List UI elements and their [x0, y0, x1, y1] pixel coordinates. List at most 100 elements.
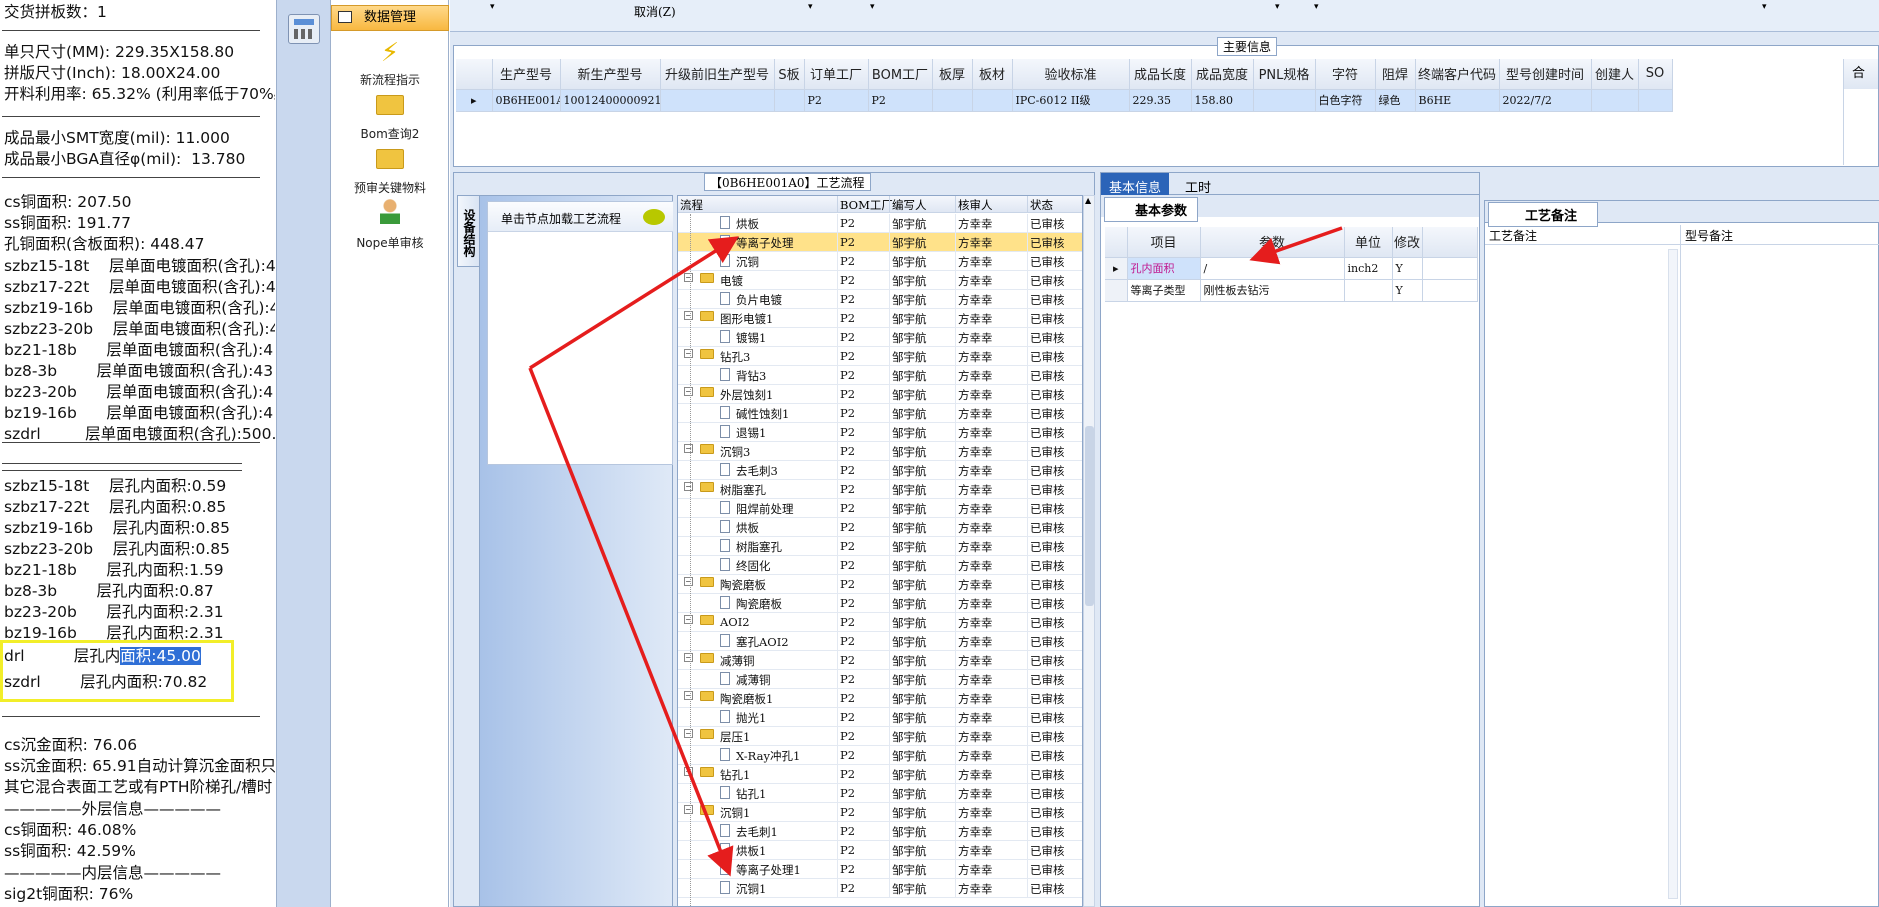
tree-row[interactable]: 烘板 P2 邹宇航 方幸幸 已审核: [678, 214, 1082, 233]
tree-row[interactable]: 等离子处理1 P2 邹宇航 方幸幸 已审核: [678, 860, 1082, 879]
column-header[interactable]: PNL规格: [1253, 59, 1316, 90]
table-cell[interactable]: P2: [804, 89, 869, 112]
column-header[interactable]: 创建人: [1591, 59, 1639, 90]
collapse-icon[interactable]: −: [684, 387, 693, 396]
collapse-icon[interactable]: −: [684, 729, 693, 738]
column-header[interactable]: 订单工厂: [804, 59, 869, 90]
tree-row[interactable]: − AOI2 P2 邹宇航 方幸幸 已审核: [678, 613, 1082, 632]
tree-row[interactable]: 退锡1 P2 邹宇航 方幸幸 已审核: [678, 423, 1082, 442]
table-cell[interactable]: 10012400000921: [560, 89, 661, 112]
column-header[interactable]: 参数: [1200, 227, 1345, 258]
column-header[interactable]: SO: [1638, 59, 1673, 90]
collapse-icon[interactable]: −: [684, 691, 693, 700]
param-cell[interactable]: 刚性板去钻污: [1200, 279, 1345, 302]
table-cell[interactable]: 绿色: [1375, 89, 1416, 112]
table-cell[interactable]: [774, 89, 805, 112]
tree-row[interactable]: 阻焊前处理 P2 邹宇航 方幸幸 已审核: [678, 499, 1082, 518]
collapse-icon[interactable]: −: [684, 767, 693, 776]
calculator-icon[interactable]: [288, 14, 320, 44]
nav-item-nope-review[interactable]: Nope单审核: [331, 198, 449, 251]
tree-row[interactable]: 负片电镀 P2 邹宇航 方幸幸 已审核: [678, 290, 1082, 309]
collapse-icon[interactable]: −: [684, 653, 693, 662]
cancel-button[interactable]: 取消(Z): [634, 3, 676, 20]
column-header[interactable]: 成品宽度: [1191, 59, 1254, 90]
column-header[interactable]: 状态: [1030, 197, 1053, 213]
column-header[interactable]: 单位: [1344, 227, 1393, 258]
column-header[interactable]: 终端客户代码: [1415, 59, 1500, 90]
collapse-icon[interactable]: −: [684, 349, 693, 358]
table-row[interactable]: ▸ 孔内面积 / inch2 Y: [1105, 257, 1478, 280]
tree-row[interactable]: 去毛刺1 P2 邹宇航 方幸幸 已审核: [678, 822, 1082, 841]
dropdown-arrow-icon[interactable]: ▾: [1314, 2, 1319, 12]
collapse-icon[interactable]: −: [684, 615, 693, 624]
column-header[interactable]: BOM工厂: [868, 59, 933, 90]
column-header[interactable]: 修改: [1392, 227, 1423, 258]
tree-row[interactable]: − 陶瓷磨板1 P2 邹宇航 方幸幸 已审核: [678, 689, 1082, 708]
tree-scrollbar[interactable]: ▲: [1083, 195, 1095, 907]
dropdown-arrow-icon[interactable]: ▾: [1275, 2, 1280, 12]
tree-row[interactable]: − 陶瓷磨板 P2 邹宇航 方幸幸 已审核: [678, 575, 1082, 594]
modify-cell[interactable]: Y: [1392, 257, 1423, 280]
tree-row[interactable]: 烘板1 P2 邹宇航 方幸幸 已审核: [678, 841, 1082, 860]
collapse-icon[interactable]: −: [684, 482, 693, 491]
tree-row[interactable]: − 沉铜1 P2 邹宇航 方幸幸 已审核: [678, 803, 1082, 822]
nav-item-prereview-materials[interactable]: 预审关键物料: [331, 146, 449, 196]
column-header[interactable]: 核审人: [958, 197, 993, 213]
tree-row[interactable]: − 钻孔1 P2 邹宇航 方幸幸 已审核: [678, 765, 1082, 784]
param-cell[interactable]: /: [1200, 257, 1345, 280]
table-cell[interactable]: IPC-6012 II级: [1012, 89, 1130, 112]
table-cell[interactable]: [1638, 89, 1673, 112]
collapse-icon[interactable]: −: [684, 444, 693, 453]
tree-row[interactable]: 塞孔AOI2 P2 邹宇航 方幸幸 已审核: [678, 632, 1082, 651]
modify-cell[interactable]: Y: [1392, 279, 1423, 302]
item-cell[interactable]: 孔内面积: [1127, 257, 1201, 280]
table-cell[interactable]: 229.35: [1129, 89, 1192, 112]
item-cell[interactable]: 等离子类型: [1127, 279, 1201, 302]
tree-row[interactable]: − 层压1 P2 邹宇航 方幸幸 已审核: [678, 727, 1082, 746]
table-row[interactable]: 等离子类型 刚性板去钻污 Y: [1105, 279, 1478, 302]
tree-row[interactable]: − 钻孔3 P2 邹宇航 方幸幸 已审核: [678, 347, 1082, 366]
tree-row[interactable]: 钻孔1 P2 邹宇航 方幸幸 已审核: [678, 784, 1082, 803]
data-management-button[interactable]: 数据管理: [331, 5, 449, 31]
tree-row[interactable]: 碱性蚀刻1 P2 邹宇航 方幸幸 已审核: [678, 404, 1082, 423]
table-cell[interactable]: 2022/7/2: [1499, 89, 1592, 112]
tab-basic-params[interactable]: 基本参数: [1104, 197, 1199, 222]
collapse-icon[interactable]: −: [684, 311, 693, 320]
process-tree[interactable]: 流程 BOM工厂 编写人 核审人 状态 烘板 P2 邹宇航 方幸幸 已审核 等离子处理 P2 邹宇航方…: [677, 195, 1083, 907]
column-header[interactable]: 型号创建时间: [1499, 59, 1592, 90]
table-cell[interactable]: [660, 89, 775, 112]
column-header[interactable]: 编写人: [892, 197, 927, 213]
tree-row[interactable]: 烘板 P2 邹宇航 方幸幸 已审核: [678, 518, 1082, 537]
remarks-scrollbar[interactable]: [1668, 249, 1678, 899]
column-header[interactable]: 项目: [1127, 227, 1201, 258]
column-header[interactable]: 流程: [680, 197, 703, 213]
tree-row[interactable]: − 树脂塞孔 P2 邹宇航 方幸幸 已审核: [678, 480, 1082, 499]
column-header[interactable]: 新生产型号: [560, 59, 661, 90]
table-cell[interactable]: P2: [868, 89, 933, 112]
column-header[interactable]: S板: [774, 59, 805, 90]
column-header[interactable]: 成品长度: [1129, 59, 1192, 90]
device-tree[interactable]: 单击节点加载工艺流程: [487, 201, 673, 465]
tree-row[interactable]: 沉铜 P2 邹宇航 方幸幸 已审核: [678, 252, 1082, 271]
tree-row[interactable]: − 沉铜3 P2 邹宇航 方幸幸 已审核: [678, 442, 1082, 461]
scrollbar-thumb[interactable]: [1085, 426, 1094, 606]
dropdown-arrow-icon[interactable]: ▾: [1762, 2, 1767, 12]
scroll-up-icon[interactable]: ▲: [1085, 196, 1091, 205]
column-header[interactable]: 字符: [1315, 59, 1376, 90]
tree-row[interactable]: 沉铜1 P2 邹宇航 方幸幸 已审核: [678, 879, 1082, 898]
collapse-icon[interactable]: −: [684, 577, 693, 586]
table-cell[interactable]: 158.80: [1191, 89, 1254, 112]
collapse-icon[interactable]: −: [684, 805, 693, 814]
collapse-icon[interactable]: −: [684, 273, 693, 282]
tree-row[interactable]: 陶瓷磨板 P2 邹宇航 方幸幸 已审核: [678, 594, 1082, 613]
table-cell[interactable]: 白色字符: [1315, 89, 1376, 112]
table-cell[interactable]: [1591, 89, 1639, 112]
tree-row[interactable]: 等离子处理 P2 邹宇航 方幸幸 已审核: [678, 233, 1082, 252]
tree-row[interactable]: 减薄铜 P2 邹宇航 方幸幸 已审核: [678, 670, 1082, 689]
column-header[interactable]: 验收标准: [1012, 59, 1130, 90]
tree-row[interactable]: 终固化 P2 邹宇航 方幸幸 已审核: [678, 556, 1082, 575]
column-header[interactable]: BOM工厂: [840, 197, 893, 213]
nav-item-new-process[interactable]: ⚡ 新流程指示: [331, 38, 449, 88]
table-row[interactable]: ▸0B6HE001A010012400000921 P2P2 IPC-6012 II…: [456, 89, 1673, 112]
column-header[interactable]: 生产型号: [492, 59, 561, 90]
